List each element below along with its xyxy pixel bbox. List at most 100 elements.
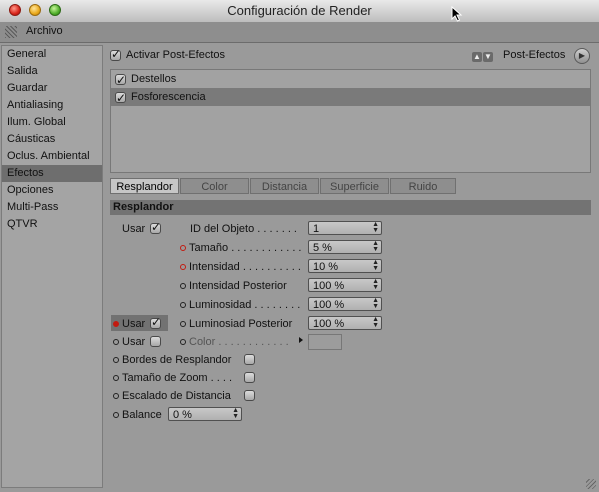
- keyframe-dot-icon[interactable]: [180, 264, 186, 271]
- spinner-icon[interactable]: ▲ ▼: [372, 221, 379, 234]
- tamano-zoom-checkbox[interactable]: [244, 372, 255, 383]
- effects-list: Destellos Fosforescencia: [110, 69, 591, 173]
- color-swatch[interactable]: [308, 334, 342, 350]
- tab-superficie[interactable]: Superficie: [320, 178, 389, 194]
- sidebar-item-causticas[interactable]: Cáusticas: [2, 131, 102, 148]
- arrow-down-icon[interactable]: ▼: [483, 52, 493, 62]
- keyframe-dot-icon[interactable]: [113, 393, 119, 400]
- balance-row: Balance: [113, 409, 162, 421]
- grip-icon[interactable]: [5, 26, 17, 38]
- intensidad-label: Intensidad . . . . . . . . . .: [189, 261, 301, 273]
- tab-ruido[interactable]: Ruido: [390, 178, 456, 194]
- keyframe-dot-icon[interactable]: [113, 375, 119, 382]
- expand-triangle-icon[interactable]: [299, 337, 303, 343]
- tab-color[interactable]: Color: [180, 178, 249, 194]
- luminosidad-row: Luminosidad . . . . . . . .: [180, 299, 300, 311]
- activate-post-effects-label: Activar Post-Efectos: [126, 49, 226, 61]
- list-item-destellos[interactable]: Destellos: [111, 70, 590, 89]
- tab-resplandor[interactable]: Resplandor: [110, 178, 179, 194]
- keyframe-dot-icon[interactable]: [113, 412, 119, 419]
- id-objeto-field[interactable]: 1 ▲ ▼: [308, 221, 382, 235]
- spinner-icon[interactable]: ▲ ▼: [232, 407, 239, 420]
- spinner-icon[interactable]: ▲ ▼: [372, 259, 379, 272]
- usar-label-1: Usar: [122, 223, 146, 235]
- fosforescencia-checkbox[interactable]: [115, 89, 126, 107]
- bordes-label: Bordes de Resplandor: [122, 354, 232, 366]
- bordes-checkbox[interactable]: [244, 354, 255, 365]
- spinner-icon[interactable]: ▲ ▼: [372, 297, 379, 310]
- keyframe-dot-icon[interactable]: [113, 357, 119, 364]
- balance-field[interactable]: 0 % ▲ ▼: [168, 407, 242, 421]
- post-effects-arrows: ▲ ▼: [472, 50, 494, 62]
- escalado-checkbox[interactable]: [244, 390, 255, 401]
- balance-value: 0 %: [173, 409, 192, 421]
- intensidad-posterior-field[interactable]: 100 % ▲ ▼: [308, 278, 382, 292]
- luminosidad-posterior-label: Luminosiad Posterior: [189, 318, 293, 330]
- tamano-value: 5 %: [313, 242, 332, 254]
- sidebar-item-antialiasing[interactable]: Antialiasing: [2, 97, 102, 114]
- sidebar-item-general[interactable]: General: [2, 46, 102, 63]
- escalado-label: Escalado de Distancia: [122, 390, 231, 402]
- sidebar-item-ilum-global[interactable]: Ilum. Global: [2, 114, 102, 131]
- spinner-icon[interactable]: ▲ ▼: [372, 278, 379, 291]
- luminosidad-posterior-row: Luminosiad Posterior: [180, 318, 292, 330]
- settings-sidebar: General Salida Guardar Antialiasing Ilum…: [1, 45, 103, 488]
- intensidad-value: 10 %: [313, 261, 339, 273]
- usar-label-2: Usar: [122, 318, 146, 330]
- spinner-icon[interactable]: ▲ ▼: [372, 316, 379, 329]
- usar-checkbox-1[interactable]: [150, 220, 161, 234]
- effects-panel: Activar Post-Efectos ▲▼ Post-Efectos ▶ D…: [106, 45, 596, 488]
- balance-label: Balance: [122, 409, 162, 421]
- keyframe-dot-icon[interactable]: [180, 339, 186, 346]
- keyframe-dot-icon[interactable]: [180, 321, 186, 328]
- sidebar-item-salida[interactable]: Salida: [2, 63, 102, 80]
- menu-archivo[interactable]: Archivo: [26, 25, 63, 37]
- sidebar-item-multi-pass[interactable]: Multi-Pass: [2, 199, 102, 216]
- resize-handle-icon[interactable]: [586, 479, 596, 489]
- keyframe-dot-icon[interactable]: [180, 302, 186, 309]
- usar-row-3: Usar: [113, 336, 145, 348]
- spinner-icon[interactable]: ▲ ▼: [372, 240, 379, 253]
- sidebar-item-opciones[interactable]: Opciones: [2, 182, 102, 199]
- section-header: Resplandor: [110, 200, 591, 215]
- tab-distancia[interactable]: Distancia: [250, 178, 319, 194]
- tamano-field[interactable]: 5 % ▲ ▼: [308, 240, 382, 254]
- intensidad-row: Intensidad . . . . . . . . . .: [180, 261, 301, 273]
- destellos-checkbox[interactable]: [115, 71, 126, 89]
- luminosidad-field[interactable]: 100 % ▲ ▼: [308, 297, 382, 311]
- usar-label-3: Usar: [122, 336, 146, 348]
- menu-bar: Archivo: [0, 22, 599, 43]
- intensidad-posterior-label: Intensidad Posterior: [189, 280, 287, 292]
- activate-post-effects-row: Activar Post-Efectos: [110, 47, 225, 65]
- list-item-fosforescencia[interactable]: Fosforescencia: [111, 88, 590, 107]
- sidebar-item-efectos[interactable]: Efectos: [2, 165, 102, 182]
- color-label: Color . . . . . . . . . . . .: [189, 336, 289, 348]
- keyframe-dot-icon[interactable]: [113, 339, 119, 346]
- sidebar-item-qtvr[interactable]: QTVR: [2, 216, 102, 233]
- tamano-zoom-row: Tamaño de Zoom . . . .: [113, 372, 232, 384]
- sidebar-item-guardar[interactable]: Guardar: [2, 80, 102, 97]
- tamano-label: Tamaño . . . . . . . . . . . .: [189, 242, 302, 254]
- usar-checkbox-2[interactable]: [150, 315, 161, 329]
- intensidad-posterior-value: 100 %: [313, 280, 345, 292]
- render-settings-window: Configuración de Render Archivo General …: [0, 0, 599, 492]
- keyframe-dot-icon[interactable]: [113, 321, 119, 328]
- title-bar: Configuración de Render: [0, 0, 599, 23]
- section-title: Resplandor: [113, 201, 174, 213]
- keyframe-dot-icon[interactable]: [180, 245, 186, 252]
- escalado-row: Escalado de Distancia: [113, 390, 231, 402]
- arrow-up-icon[interactable]: ▲: [472, 52, 482, 62]
- activate-post-effects-checkbox[interactable]: [110, 47, 121, 61]
- tamano-row: Tamaño . . . . . . . . . . . .: [180, 242, 301, 254]
- keyframe-dot-icon[interactable]: [180, 283, 186, 290]
- id-objeto-label: ID del Objeto . . . . . . .: [190, 223, 297, 235]
- tamano-zoom-label: Tamaño de Zoom . . . .: [122, 372, 233, 384]
- sidebar-item-oclus-ambiental[interactable]: Oclus. Ambiental: [2, 148, 102, 165]
- post-effects-menu-label: Post-Efectos: [503, 49, 566, 61]
- luminosidad-posterior-field[interactable]: 100 % ▲ ▼: [308, 316, 382, 330]
- intensidad-field[interactable]: 10 % ▲ ▼: [308, 259, 382, 273]
- color-row: Color . . . . . . . . . . . .: [180, 336, 289, 348]
- post-effects-menu-button[interactable]: ▶: [574, 48, 590, 64]
- destellos-label: Destellos: [131, 73, 177, 85]
- usar-checkbox-3[interactable]: [150, 336, 161, 347]
